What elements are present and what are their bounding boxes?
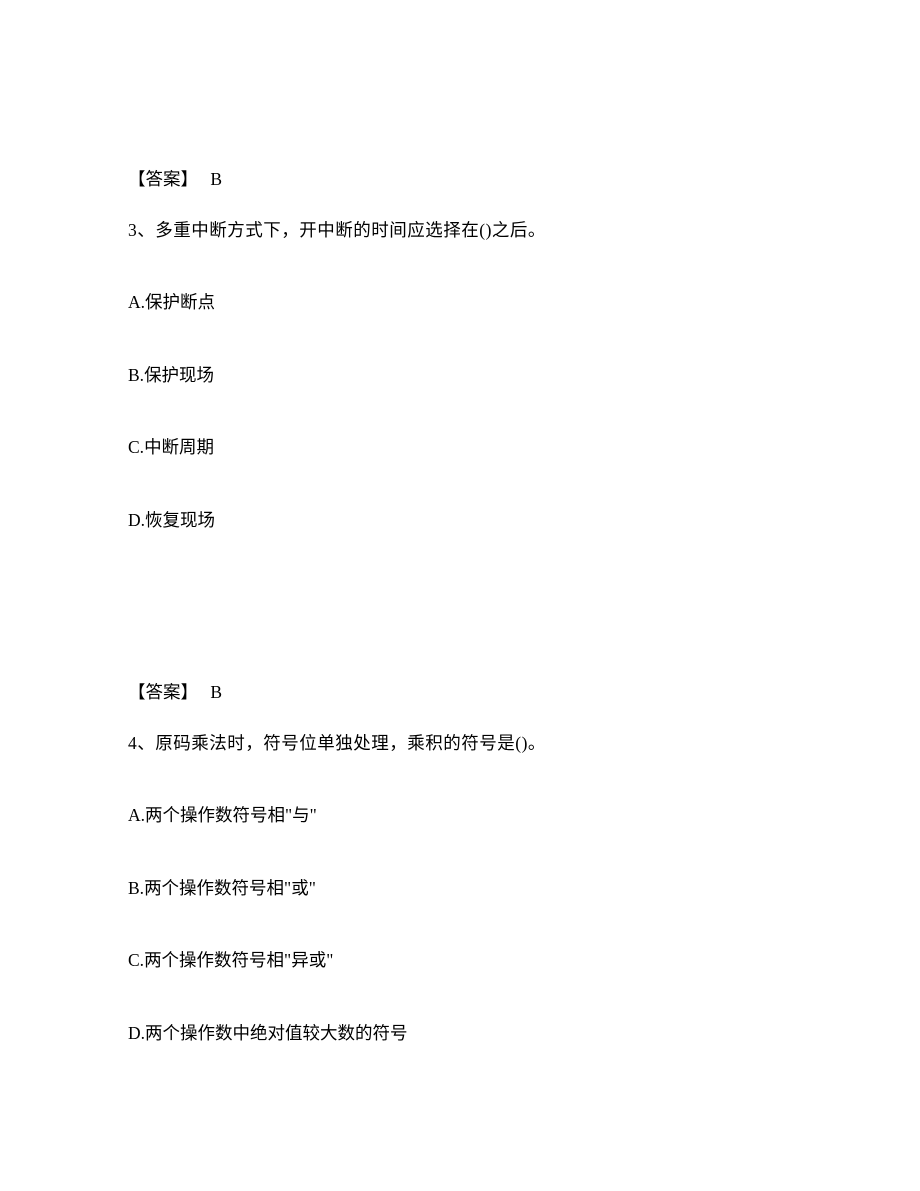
question-3-option-c: C.中断周期 xyxy=(128,435,800,460)
option-prefix: C. xyxy=(128,950,144,970)
option-prefix: D. xyxy=(128,1023,145,1043)
option-text: 两个操作数符号相"与" xyxy=(145,805,317,825)
question-4-option-a: A.两个操作数符号相"与" xyxy=(128,803,800,828)
option-text: 两个操作数符号相"异或" xyxy=(144,950,333,970)
option-text: 保护断点 xyxy=(145,292,215,312)
option-prefix: A. xyxy=(128,292,145,312)
answer-label: 【答案】 xyxy=(128,682,198,702)
answer-label: 【答案】 xyxy=(128,169,198,189)
answer-value: B xyxy=(210,682,222,702)
answer-block-3: 【答案】 B xyxy=(128,680,800,705)
option-text: 保护现场 xyxy=(144,365,214,385)
question-4-text: 4、原码乘法时，符号位单独处理，乘积的符号是()。 xyxy=(128,731,800,756)
option-prefix: D. xyxy=(128,510,145,530)
question-3-option-d: D.恢复现场 xyxy=(128,508,800,533)
option-prefix: A. xyxy=(128,805,145,825)
question-3-option-b: B.保护现场 xyxy=(128,363,800,388)
answer-value: B xyxy=(210,169,222,189)
spacer xyxy=(128,580,800,680)
option-prefix: B. xyxy=(128,365,144,385)
option-text: 中断周期 xyxy=(144,437,214,457)
document-content: 【答案】 B 3、多重中断方式下，开中断的时间应选择在()之后。 A.保护断点 … xyxy=(0,0,920,1045)
option-text: 两个操作数中绝对值较大数的符号 xyxy=(145,1023,408,1043)
answer-block-2: 【答案】 B xyxy=(128,167,800,192)
question-4-option-c: C.两个操作数符号相"异或" xyxy=(128,948,800,973)
question-3-text: 3、多重中断方式下，开中断的时间应选择在()之后。 xyxy=(128,218,800,243)
option-text: 恢复现场 xyxy=(145,510,215,530)
option-text: 两个操作数符号相"或" xyxy=(144,878,316,898)
question-4-option-b: B.两个操作数符号相"或" xyxy=(128,876,800,901)
option-prefix: B. xyxy=(128,878,144,898)
question-3-option-a: A.保护断点 xyxy=(128,290,800,315)
option-prefix: C. xyxy=(128,437,144,457)
question-4-option-d: D.两个操作数中绝对值较大数的符号 xyxy=(128,1021,800,1046)
